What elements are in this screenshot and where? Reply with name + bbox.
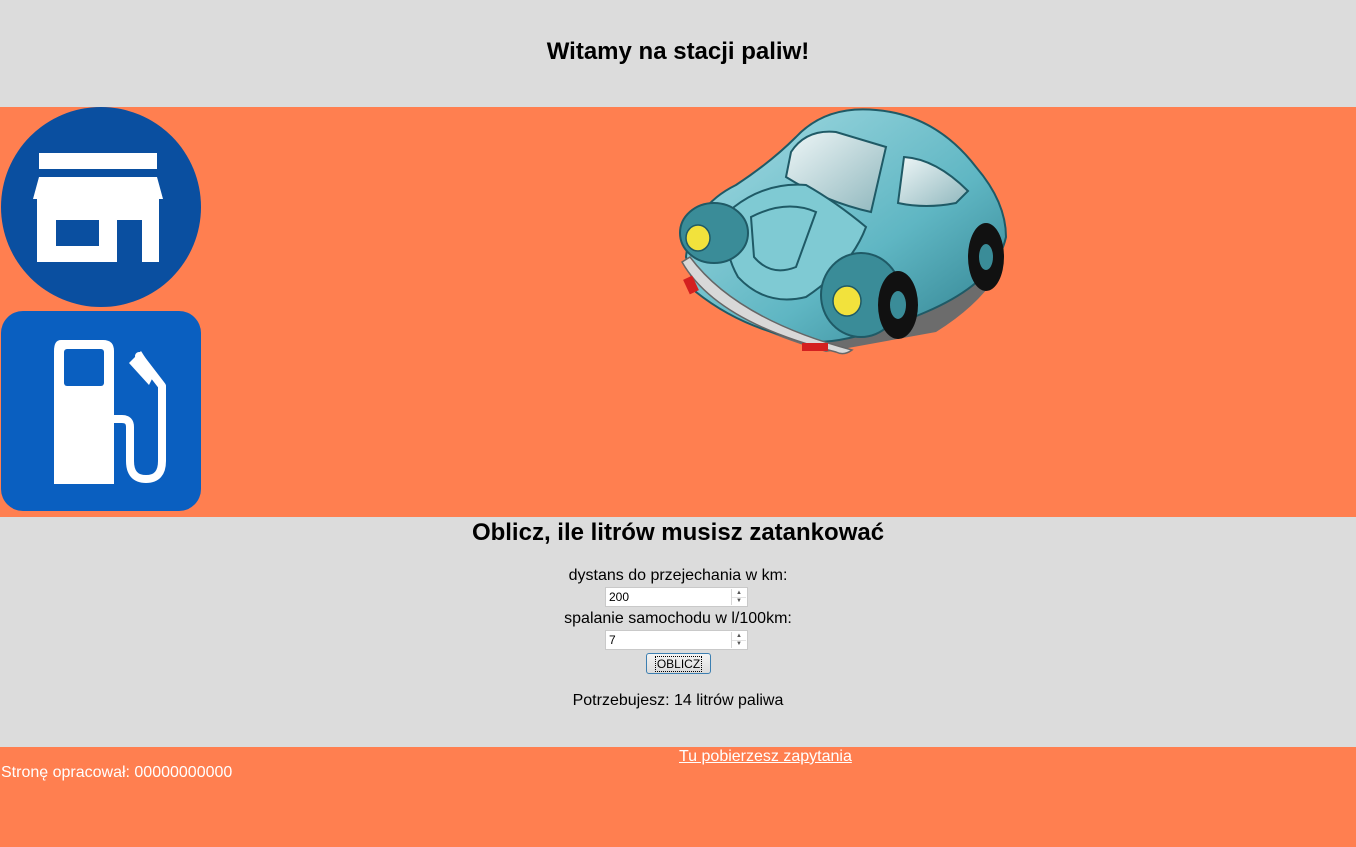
- page-footer: Tu pobierzesz zapytania Stronę opracował…: [0, 747, 1356, 847]
- consumption-spinner[interactable]: ▲ ▼: [731, 632, 746, 648]
- spinner-down-icon[interactable]: ▼: [732, 597, 746, 605]
- result-text: Potrzebujesz: 14 litrów paliwa: [572, 692, 784, 709]
- fuel-pump-icon: [1, 311, 201, 511]
- page-title: Witamy na stacji paliw!: [546, 38, 810, 65]
- page-header: Witamy na stacji paliw!: [0, 0, 1356, 107]
- calculator-section: Oblicz, ile litrów musisz zatankować dys…: [0, 517, 1356, 747]
- consumption-input[interactable]: 7 ▲ ▼: [605, 630, 748, 650]
- consumption-value[interactable]: 7: [609, 633, 616, 647]
- banner-section: [0, 107, 1356, 517]
- distance-spinner[interactable]: ▲ ▼: [731, 589, 746, 605]
- download-queries-link[interactable]: Tu pobierzesz zapytania: [679, 748, 852, 766]
- spinner-down-icon[interactable]: ▼: [732, 640, 746, 648]
- consumption-label: spalanie samochodu w l/100km:: [564, 610, 792, 627]
- calculate-button[interactable]: OBLICZ: [646, 653, 711, 674]
- shop-icon: [1, 107, 201, 307]
- distance-label: dystans do przejechania w km:: [568, 567, 788, 584]
- distance-value[interactable]: 200: [609, 590, 629, 604]
- car-image: [679, 108, 1008, 355]
- distance-input[interactable]: 200 ▲ ▼: [605, 587, 748, 607]
- calculate-button-label[interactable]: OBLICZ: [654, 655, 703, 672]
- author-text: Stronę opracował: 00000000000: [1, 764, 233, 781]
- calculator-heading: Oblicz, ile litrów musisz zatankować: [471, 519, 885, 546]
